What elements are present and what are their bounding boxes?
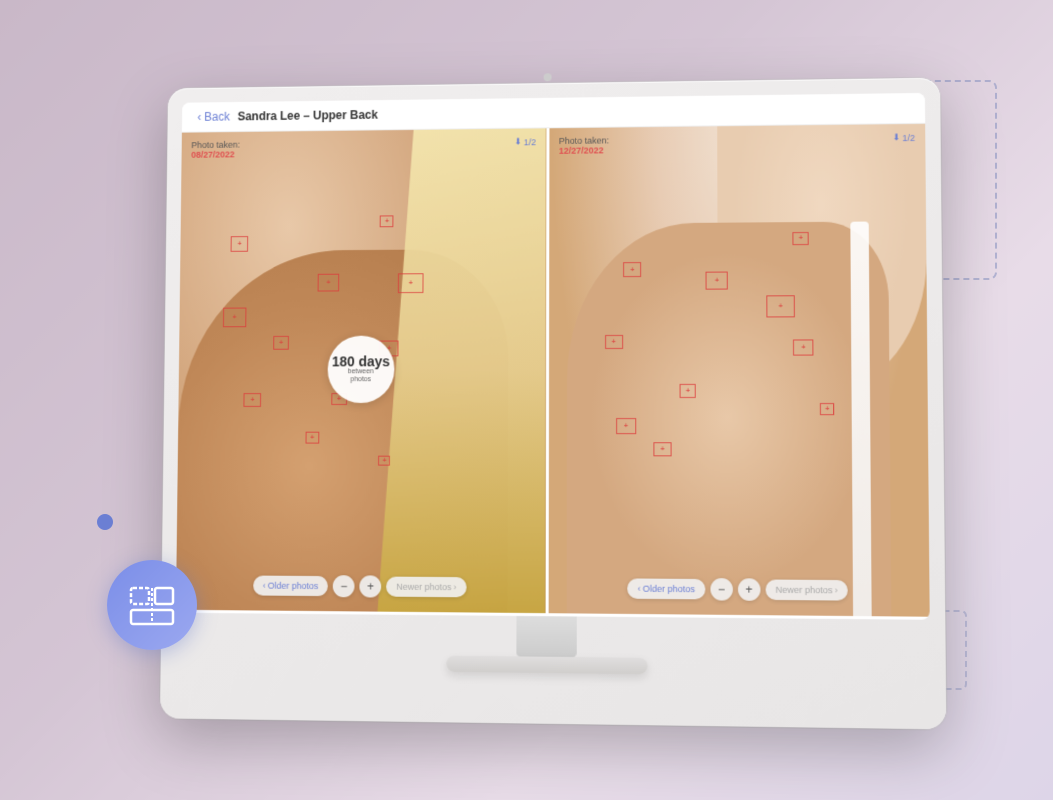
photo-panel-left: Photo taken: 08/27/2022 ⬇ 1/2	[175, 128, 545, 613]
scene-container: ‹ Back Sandra Lee – Upper Back Photo tak…	[77, 50, 977, 750]
detection-box	[380, 215, 394, 227]
photo-date-left: 08/27/2022	[191, 149, 240, 159]
chevron-left-icon: ‹	[637, 583, 640, 593]
detection-box	[397, 273, 423, 293]
blue-dot-decoration	[97, 514, 113, 530]
chevron-left-icon: ‹	[197, 110, 201, 124]
detection-box	[705, 271, 727, 289]
photo-taken-label-right: Photo taken:	[558, 135, 608, 145]
chevron-right-icon: ›	[834, 585, 837, 595]
zoom-out-button-right[interactable]: −	[710, 578, 732, 601]
hair-left	[377, 128, 546, 613]
monitor-neck	[516, 615, 576, 656]
photo-info-right: Photo taken: 12/27/2022	[558, 135, 608, 155]
download-label-right: 1/2	[902, 132, 915, 142]
older-photos-button-right[interactable]: ‹ Older photos	[627, 578, 705, 599]
detection-box	[679, 383, 695, 397]
photo-download-left[interactable]: ⬇ 1/2	[514, 136, 536, 147]
camera-dot	[543, 73, 551, 81]
detection-box	[792, 231, 808, 244]
photo-info-left: Photo taken: 08/27/2022	[191, 139, 240, 159]
detection-box	[653, 442, 671, 456]
older-photos-label-right: Older photos	[642, 583, 694, 594]
detection-box	[766, 295, 795, 317]
back-button[interactable]: ‹ Back	[197, 109, 230, 123]
detection-box	[378, 456, 390, 466]
back-label: Back	[204, 109, 230, 123]
monitor-base	[446, 655, 647, 674]
detection-box	[793, 339, 813, 355]
newer-photos-button-right[interactable]: Newer photos ›	[765, 579, 848, 600]
older-photos-button-left[interactable]: ‹ Older photos	[252, 575, 327, 596]
detection-box	[820, 403, 834, 415]
detection-box	[305, 431, 319, 443]
days-text: betweenphotos	[347, 367, 373, 384]
detection-box	[623, 262, 641, 277]
photos-container: Photo taken: 08/27/2022 ⬇ 1/2	[175, 123, 929, 616]
zoom-in-button-left[interactable]: +	[359, 575, 381, 597]
detection-box	[230, 235, 248, 251]
photo-date-right: 12/27/2022	[558, 145, 608, 155]
photo-bg-right: Photo taken: 12/27/2022 ⬇ 1/2	[548, 123, 930, 616]
detection-box	[317, 273, 339, 291]
newer-photos-label-right: Newer photos	[775, 584, 832, 595]
newer-photos-button-left[interactable]: Newer photos ›	[386, 576, 466, 597]
days-badge: 180 days betweenphotos	[327, 335, 394, 402]
detection-box	[615, 417, 635, 433]
detection-box	[222, 307, 245, 327]
chevron-left-icon: ‹	[262, 580, 265, 590]
nav-bar-left: ‹ Older photos − + Newer photos ›	[252, 574, 466, 598]
detection-box	[604, 334, 622, 348]
photo-download-right[interactable]: ⬇ 1/2	[892, 131, 915, 142]
newer-photos-label-left: Newer photos	[396, 581, 451, 592]
detection-box	[273, 335, 289, 349]
photo-taken-label-left: Photo taken:	[191, 139, 240, 149]
detection-box	[243, 393, 261, 407]
monitor-screen: ‹ Back Sandra Lee – Upper Back Photo tak…	[175, 92, 929, 619]
download-icon-left: ⬇	[514, 136, 521, 147]
monitor: ‹ Back Sandra Lee – Upper Back Photo tak…	[159, 77, 945, 729]
older-photos-label-left: Older photos	[267, 580, 318, 590]
photo-panel-right: Photo taken: 12/27/2022 ⬇ 1/2	[545, 123, 930, 616]
zoom-in-button-right[interactable]: +	[737, 578, 760, 601]
comparison-icon-badge	[107, 560, 197, 650]
page-title: Sandra Lee – Upper Back	[237, 107, 377, 122]
strap-right	[850, 221, 872, 616]
chevron-right-icon: ›	[453, 582, 456, 592]
download-label-left: 1/2	[523, 136, 535, 146]
download-icon-right: ⬇	[892, 132, 900, 143]
days-number: 180 days	[331, 354, 389, 368]
nav-bar-right: ‹ Older photos − + Newer photos ›	[627, 577, 848, 601]
zoom-out-button-left[interactable]: −	[332, 575, 354, 597]
